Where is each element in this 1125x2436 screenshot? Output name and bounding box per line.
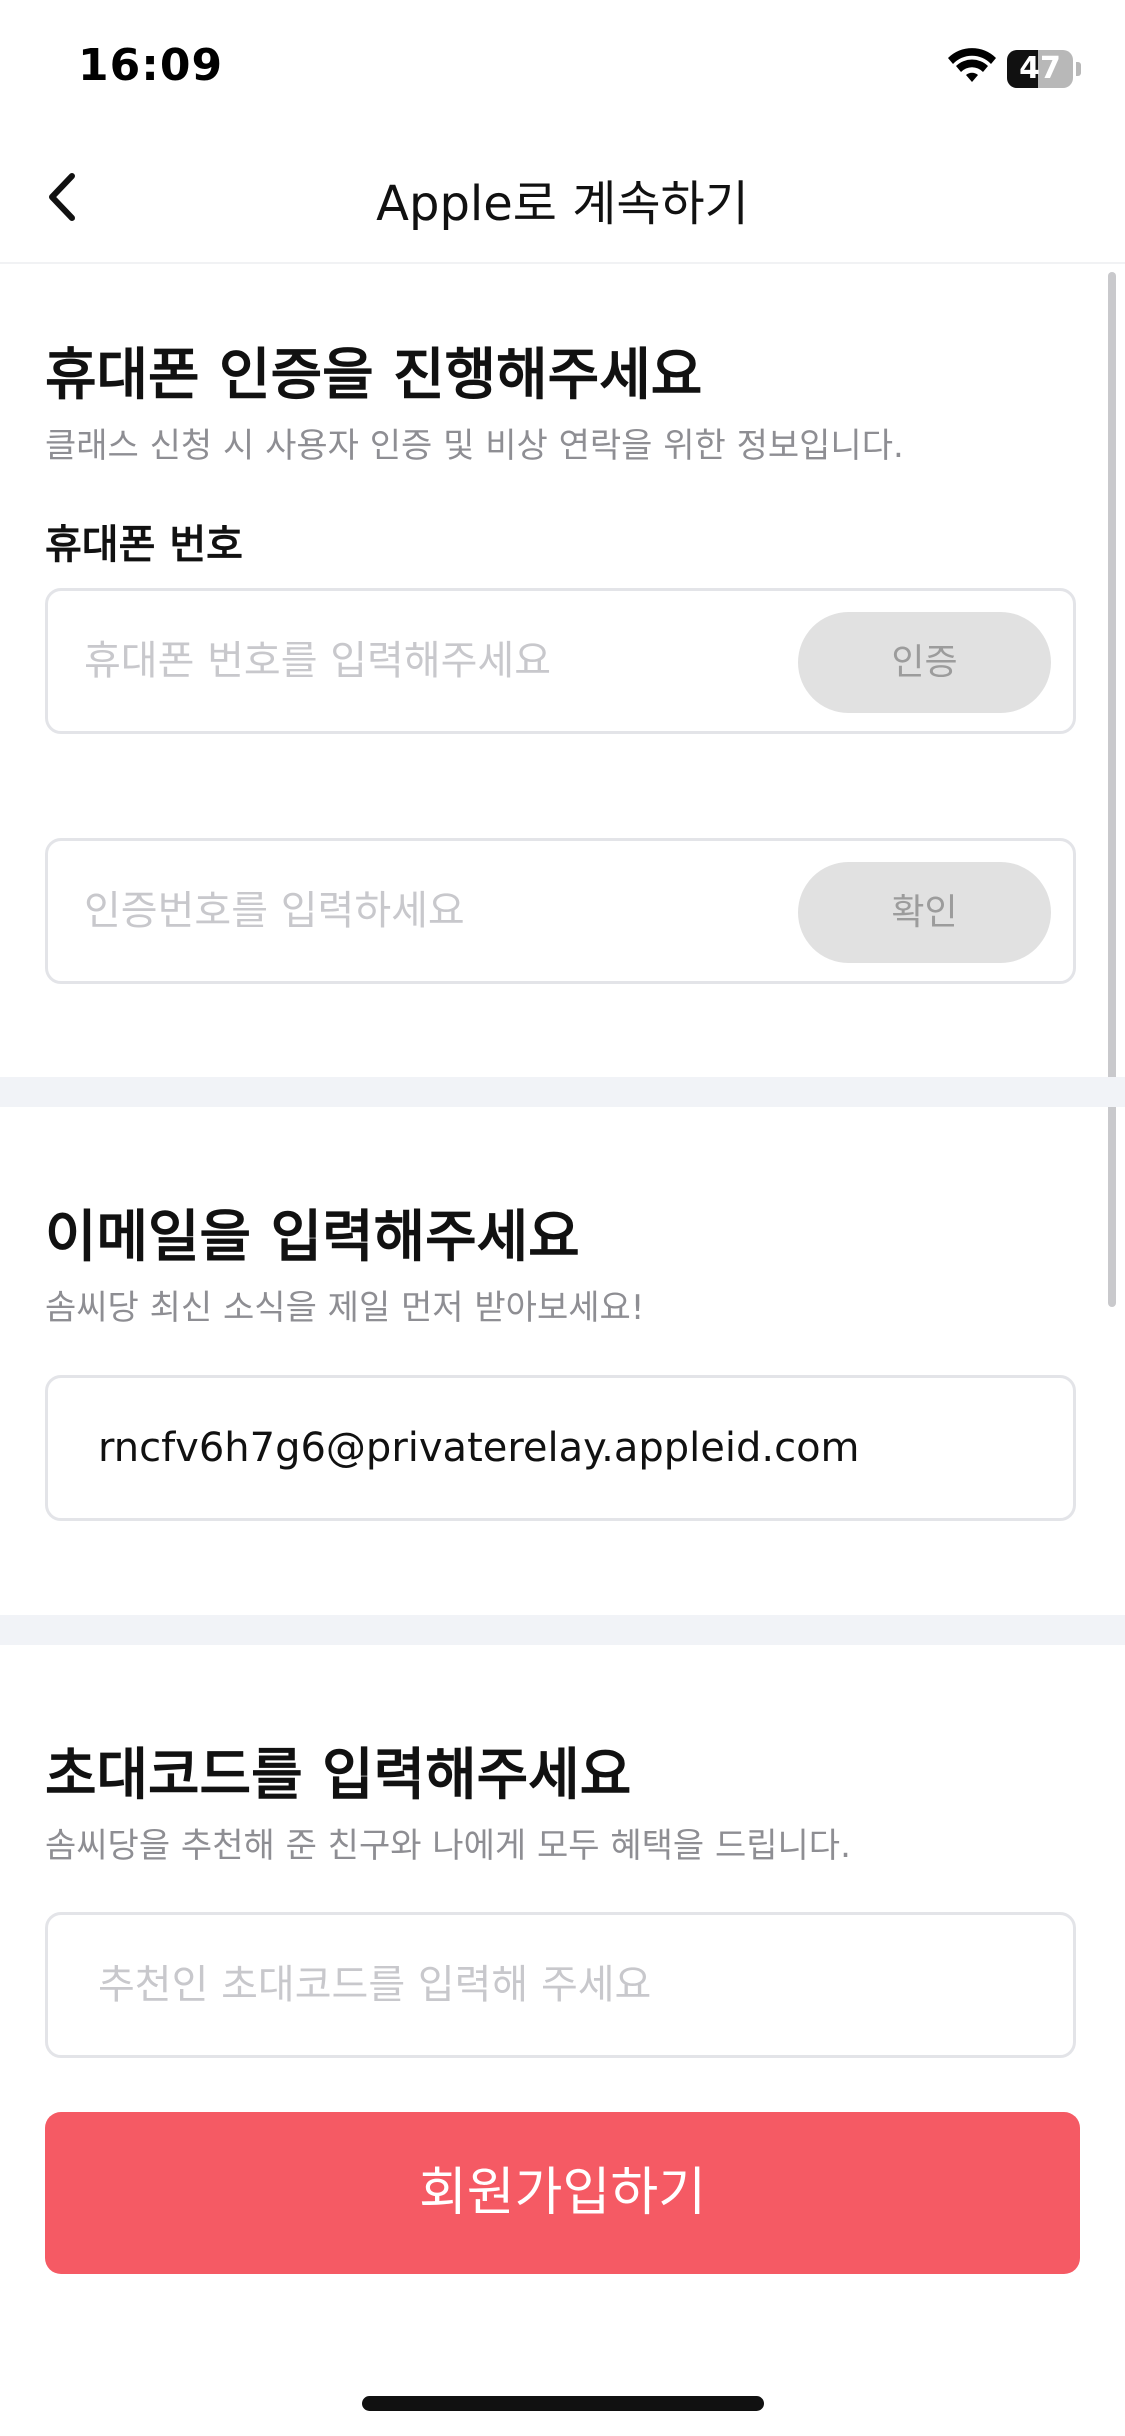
phone-section-description: 클래스 신청 시 사용자 인증 및 비상 연락을 위한 정보입니다. [45,426,904,466]
phone-section-title: 휴대폰 인증을 진행해주세요 [45,343,703,408]
battery-icon: 47 [1007,50,1083,88]
status-time: 16:09 [78,40,224,91]
email-input-box [45,1375,1076,1521]
email-input[interactable] [98,1378,1048,1518]
section-divider [0,1077,1125,1107]
confirm-button[interactable]: 확인 [798,862,1051,963]
invite-section-description: 솜씨당을 추천해 준 친구와 나에게 모두 혜택을 드립니다. [45,1826,851,1866]
phone-field-label: 휴대폰 번호 [45,522,243,568]
section-divider [0,1615,1125,1645]
battery-body: 47 [1007,50,1073,88]
home-indicator [362,2396,764,2411]
email-section-description: 솜씨당 최신 소식을 제일 먼저 받아보세요! [45,1288,645,1328]
battery-level: 47 [1019,51,1061,86]
page-title: Apple로 계속하기 [376,176,749,232]
wifi-icon [948,48,996,82]
status-bar: 16:09 47 [0,0,1125,132]
invite-input-box [45,1912,1076,2058]
verification-code-input[interactable] [84,841,764,981]
verify-button[interactable]: 인증 [798,612,1051,713]
scroll-indicator[interactable] [1108,272,1116,1307]
phone-input[interactable] [84,591,764,731]
code-input-box: 확인 [45,838,1076,984]
phone-input-box: 인증 [45,588,1076,734]
invite-code-input[interactable] [98,1915,1048,2055]
email-section-title: 이메일을 입력해주세요 [45,1205,580,1270]
battery-cap [1076,62,1081,76]
nav-bar: Apple로 계속하기 [0,132,1125,264]
signup-button[interactable]: 회원가입하기 [45,2112,1080,2274]
invite-section-title: 초대코드를 입력해주세요 [45,1743,632,1808]
